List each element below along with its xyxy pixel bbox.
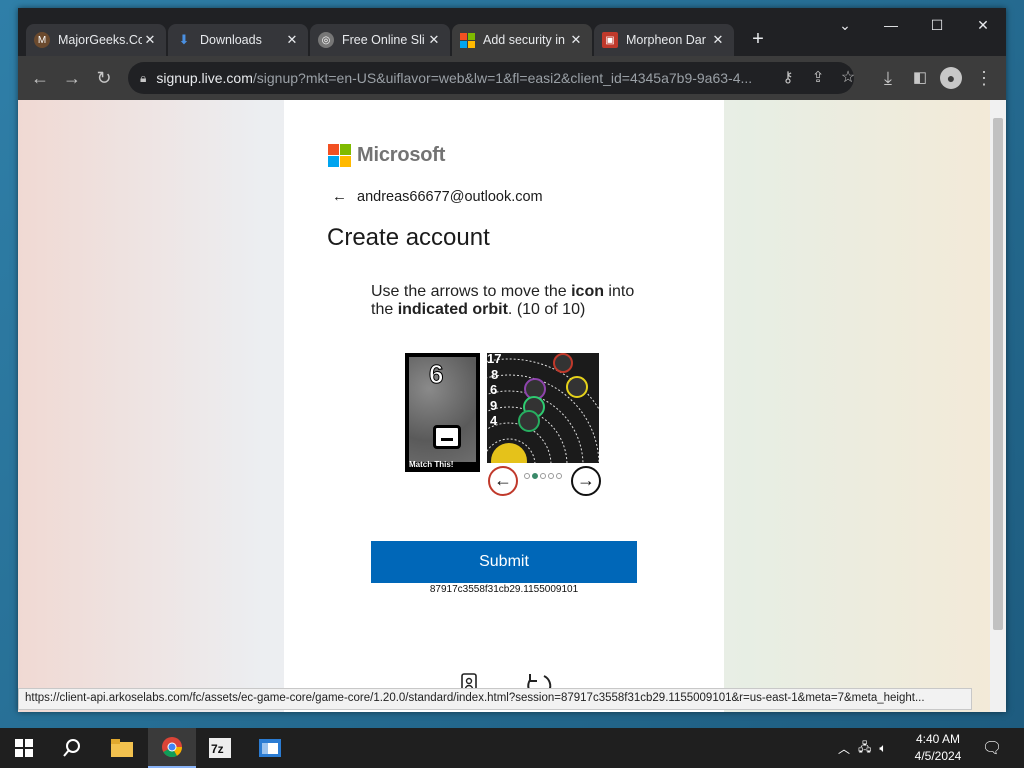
orbit-number: 6 <box>490 382 498 397</box>
download-icon[interactable]: ⤓ <box>876 66 900 90</box>
volume-muted-icon[interactable]: 🔈︎ <box>879 741 886 756</box>
tab-search-icon[interactable]: ⌄ <box>822 8 868 42</box>
tab-bar: M MajorGeeks.Co ✕ ⬇ Downloads ✕ ◎ Free O… <box>18 8 1006 56</box>
key-icon[interactable]: ⚷ <box>776 66 800 90</box>
orbit-number: 9 <box>490 398 498 413</box>
page-content: Microsoft ← andreas66677@outlook.com Cre… <box>18 100 990 712</box>
clock-time: 4:40 AM <box>915 732 961 746</box>
orbit-number: 8 <box>491 367 499 382</box>
close-icon[interactable]: ✕ <box>284 32 300 48</box>
majorgeeks-icon: M <box>34 32 50 48</box>
page-scrollbar[interactable] <box>990 100 1006 712</box>
orbit-number: 17 <box>487 353 502 366</box>
globe-icon: ◎ <box>318 32 334 48</box>
tab-title: MajorGeeks.Co <box>58 33 142 47</box>
close-window-icon[interactable]: ✕ <box>960 8 1006 42</box>
microsoft-logo-icon <box>328 144 351 167</box>
microsoft-icon <box>460 32 475 48</box>
arrow-left-button[interactable]: ← <box>488 466 518 496</box>
forward-icon[interactable]: → <box>60 66 84 90</box>
file-explorer-icon[interactable] <box>98 728 146 768</box>
match-number: 6 <box>428 359 444 390</box>
match-card: 6 Match This! <box>405 353 480 472</box>
id-card-icon <box>433 425 461 449</box>
taskbar: 7z ︿ 🖧︎ 🔈︎ 4:40 AM 4/5/2024 🗨︎ <box>0 728 1024 768</box>
maximize-icon[interactable]: ☐ <box>914 8 960 42</box>
back-icon[interactable]: ← <box>28 66 52 90</box>
scrollbar-thumb[interactable] <box>993 118 1003 630</box>
chrome-icon[interactable] <box>148 728 196 768</box>
signup-card: Microsoft ← andreas66677@outlook.com Cre… <box>284 100 724 712</box>
clock-date: 4/5/2024 <box>914 749 962 763</box>
close-icon[interactable]: ✕ <box>426 32 442 48</box>
brand-name: Microsoft <box>357 144 446 166</box>
tab-add-security[interactable]: Add security in ✕ <box>452 24 592 56</box>
morpheon-icon: ▣ <box>602 32 618 48</box>
notification-icon[interactable]: 🗨︎ <box>982 728 1002 768</box>
7zip-icon[interactable]: 7z <box>196 728 244 768</box>
share-icon[interactable]: ⇪ <box>806 66 830 90</box>
carousel-dot-active <box>532 473 538 479</box>
tab-free-online[interactable]: ◎ Free Online Sli ✕ <box>310 24 450 56</box>
tab-title: Free Online Sli <box>342 33 425 47</box>
profile-avatar-icon[interactable]: ● <box>940 67 962 89</box>
carousel-dot <box>556 473 562 479</box>
clock[interactable]: 4:40 AM 4/5/2024 <box>908 731 968 765</box>
orbit-puzzle-image <box>487 353 599 463</box>
carousel-dot <box>524 473 530 479</box>
tab-downloads[interactable]: ⬇ Downloads ✕ <box>168 24 308 56</box>
url-host: signup.live.com <box>156 70 253 86</box>
browser-window: M MajorGeeks.Co ✕ ⬇ Downloads ✕ ◎ Free O… <box>18 8 1006 712</box>
link-status-bar: https://client-api.arkoselabs.com/fc/ass… <box>18 688 972 710</box>
download-icon: ⬇ <box>178 32 190 47</box>
microsoft-logo: Microsoft <box>328 144 445 167</box>
close-icon[interactable]: ✕ <box>568 32 584 48</box>
orbit-number: 4 <box>490 413 498 428</box>
window-icon[interactable] <box>246 728 294 768</box>
lock-icon[interactable]: 🔒︎ <box>140 71 146 86</box>
session-id: 87917c3558f31cb29.1155009101 <box>429 584 579 595</box>
side-panel-icon[interactable]: ◧ <box>908 66 932 90</box>
back-arrow-icon[interactable]: ← <box>332 188 347 205</box>
browser-toolbar: ← → ↻ 🔒︎ signup.live.com /signup?mkt=en-… <box>18 56 1006 100</box>
start-icon[interactable] <box>0 728 48 768</box>
carousel-dot <box>540 473 546 479</box>
search-icon[interactable] <box>48 728 96 768</box>
arrow-right-button[interactable]: → <box>571 466 601 496</box>
url-path: /signup?mkt=en-US&uiflavor=web&lw=1&fl=e… <box>252 70 753 86</box>
new-tab-button[interactable]: + <box>746 28 770 52</box>
system-tray: ︿ 🖧︎ 🔈︎ <box>838 728 887 768</box>
identity-row: ← andreas66677@outlook.com <box>332 188 543 205</box>
network-icon[interactable]: 🖧︎ <box>858 738 871 759</box>
star-icon[interactable]: ☆ <box>836 66 860 90</box>
minimize-icon[interactable]: — <box>868 8 914 42</box>
carousel-dot <box>548 473 554 479</box>
captcha-instruction: Use the arrows to move the icon into the… <box>371 283 635 318</box>
chevron-up-icon[interactable]: ︿ <box>838 740 850 757</box>
email-address: andreas66677@outlook.com <box>357 188 543 205</box>
tab-morpheon[interactable]: ▣ Morpheon Dar ✕ <box>594 24 734 56</box>
tab-majorgeeks[interactable]: M MajorGeeks.Co ✕ <box>26 24 166 56</box>
close-icon[interactable]: ✕ <box>142 32 158 48</box>
menu-icon[interactable]: ⋮ <box>972 66 996 90</box>
tab-title: Morpheon Dar <box>626 33 706 47</box>
page-title: Create account <box>327 224 490 251</box>
match-label: Match This! <box>409 460 454 469</box>
tab-title: Downloads <box>200 33 262 47</box>
orbit-puzzle: 17 8 6 9 4 <box>487 353 599 463</box>
svg-text:7z: 7z <box>211 742 224 756</box>
close-icon[interactable]: ✕ <box>710 32 726 48</box>
reload-icon[interactable]: ↻ <box>92 66 116 90</box>
address-bar[interactable]: 🔒︎ signup.live.com /signup?mkt=en-US&uif… <box>128 62 854 94</box>
submit-button[interactable]: Submit <box>371 541 637 583</box>
tab-title: Add security in <box>483 33 565 47</box>
carousel-dots <box>524 473 562 479</box>
